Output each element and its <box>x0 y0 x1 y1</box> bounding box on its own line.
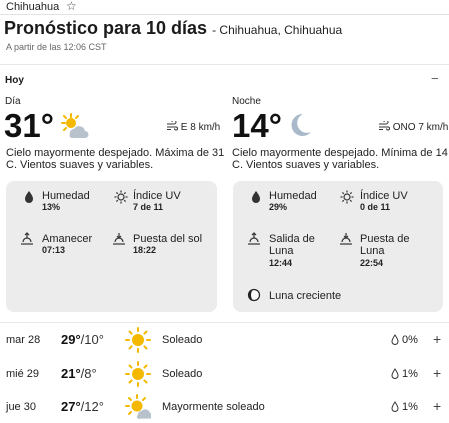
night-humidity-label: Humedad <box>269 190 317 202</box>
moon-phase-label: Luna creciente <box>269 290 342 302</box>
night-wind-value: ONO 7 km/h <box>392 122 449 133</box>
partly-sunny-icon <box>61 113 89 138</box>
expand-plus-icon[interactable]: + <box>433 398 441 414</box>
sunset-icon <box>113 233 125 245</box>
day-wind-value: E 8 km/h <box>180 122 221 133</box>
sunrise-icon <box>21 232 33 245</box>
day-humidity-value: 13% <box>42 202 61 212</box>
wind-icon <box>167 121 178 131</box>
moonrise-value: 12:44 <box>269 258 293 268</box>
precip-drop-icon <box>391 368 399 379</box>
updated-time: A partir de las 12:06 CST <box>6 42 107 52</box>
browser-tab-bar: Chihuahua ☆ <box>0 0 449 15</box>
forecast-row[interactable]: mié 29 21°/8° Soleado 1% + <box>0 360 449 390</box>
forecast-condition: Mayormente soleado <box>162 401 265 413</box>
forecast-condition: Soleado <box>162 368 203 380</box>
sunrise-label: Amanecer <box>42 233 93 245</box>
uv-sun-icon <box>340 190 354 204</box>
expand-plus-icon[interactable]: + <box>433 365 441 381</box>
title-location: - Chihuahua, Chihuahua <box>212 23 343 37</box>
day-uv-label: Índice UV <box>133 190 181 202</box>
moonrise-label-line-2: Luna <box>269 245 294 257</box>
humidity-drop-icon <box>25 191 33 203</box>
night-description: Cielo mayormente despejado. Mínima de 14… <box>232 147 448 171</box>
moonrise-label: Salida de Luna <box>269 233 315 257</box>
precip-drop-icon <box>391 334 399 345</box>
collapse-icon[interactable]: − <box>431 71 439 86</box>
forecast-row[interactable]: jue 30 27°/12° Mayormente soleado 1% + <box>0 393 449 423</box>
forecast-precip: 1% <box>402 368 418 380</box>
forecast-low: /8° <box>80 366 97 381</box>
night-wind: ONO 7 km/h <box>378 121 448 133</box>
day-humidity-label: Humedad <box>42 190 90 202</box>
moonset-icon <box>340 233 352 245</box>
forecast-temps: 21°/8° <box>61 366 97 381</box>
day-uv-value: 7 de 11 <box>133 202 164 212</box>
forecast-low: /10° <box>80 332 104 347</box>
day-temperature: 31° <box>4 107 54 144</box>
today-heading: Hoy <box>5 75 24 86</box>
night-uv-label: Índice UV <box>360 190 408 202</box>
night-label: Noche <box>232 96 261 107</box>
moonset-value: 22:54 <box>360 258 384 268</box>
moonset-label: Puesta de Luna <box>360 233 410 257</box>
forecast-high: 21° <box>61 366 81 381</box>
favorite-star-icon[interactable]: ☆ <box>66 0 77 13</box>
night-uv-value: 0 de 11 <box>360 202 391 212</box>
sunrise-value: 07:13 <box>42 245 66 255</box>
forecast-high: 27° <box>61 399 81 414</box>
precip-drop-icon <box>391 401 399 412</box>
forecast-low: /12° <box>80 399 104 414</box>
forecast-precip: 1% <box>402 401 418 413</box>
moonrise-label-line-1: Salida de <box>269 233 315 245</box>
sunset-label: Puesta del sol <box>133 233 203 245</box>
forecast-day: mar 28 <box>6 334 41 346</box>
sun-icon <box>125 327 151 353</box>
forecast-precip: 0% <box>402 334 418 346</box>
forecast-condition: Soleado <box>162 334 203 346</box>
moonrise-icon <box>248 232 260 245</box>
night-temperature: 14° <box>232 107 282 144</box>
sun-icon <box>125 361 151 387</box>
divider <box>0 64 449 65</box>
title-text: Pronóstico para 10 días <box>4 18 208 38</box>
day-details-card: Humedad 13% Índice UV 7 de 11 Amanecer 0… <box>6 181 217 312</box>
forecast-high: 29° <box>61 332 81 347</box>
forecast-day: mié 29 <box>6 368 40 380</box>
forecast-day: jue 30 <box>6 401 36 413</box>
divider <box>0 322 449 323</box>
expand-plus-icon[interactable]: + <box>433 331 441 347</box>
forecast-row[interactable]: mar 28 29°/10° Soleado 0% + <box>0 326 449 356</box>
forecast-temps: 29°/10° <box>61 332 104 347</box>
sunset-value: 18:22 <box>133 245 157 255</box>
humidity-drop-icon <box>252 191 260 203</box>
day-wind: E 8 km/h <box>166 121 220 133</box>
moonset-label-line-2: Luna <box>360 245 385 257</box>
forecast-temps: 27°/12° <box>61 399 104 414</box>
night-humidity-value: 29% <box>269 202 288 212</box>
moonset-label-line-1: Puesta de <box>360 233 410 245</box>
day-description: Cielo mayormente despejado. Máxima de 31… <box>6 147 225 171</box>
moon-icon <box>291 113 311 136</box>
night-details-card: Humedad 29% Índice UV 0 de 11 Salida de … <box>233 181 443 312</box>
page-title: Pronóstico para 10 días - Chihuahua, Chi… <box>4 18 342 40</box>
mostly-sunny-icon <box>125 394 151 419</box>
wind-icon <box>379 121 390 131</box>
tab-city-name[interactable]: Chihuahua <box>6 0 59 14</box>
moon-phase-icon <box>247 288 261 302</box>
day-label: Día <box>5 96 21 107</box>
uv-sun-icon <box>114 190 128 204</box>
